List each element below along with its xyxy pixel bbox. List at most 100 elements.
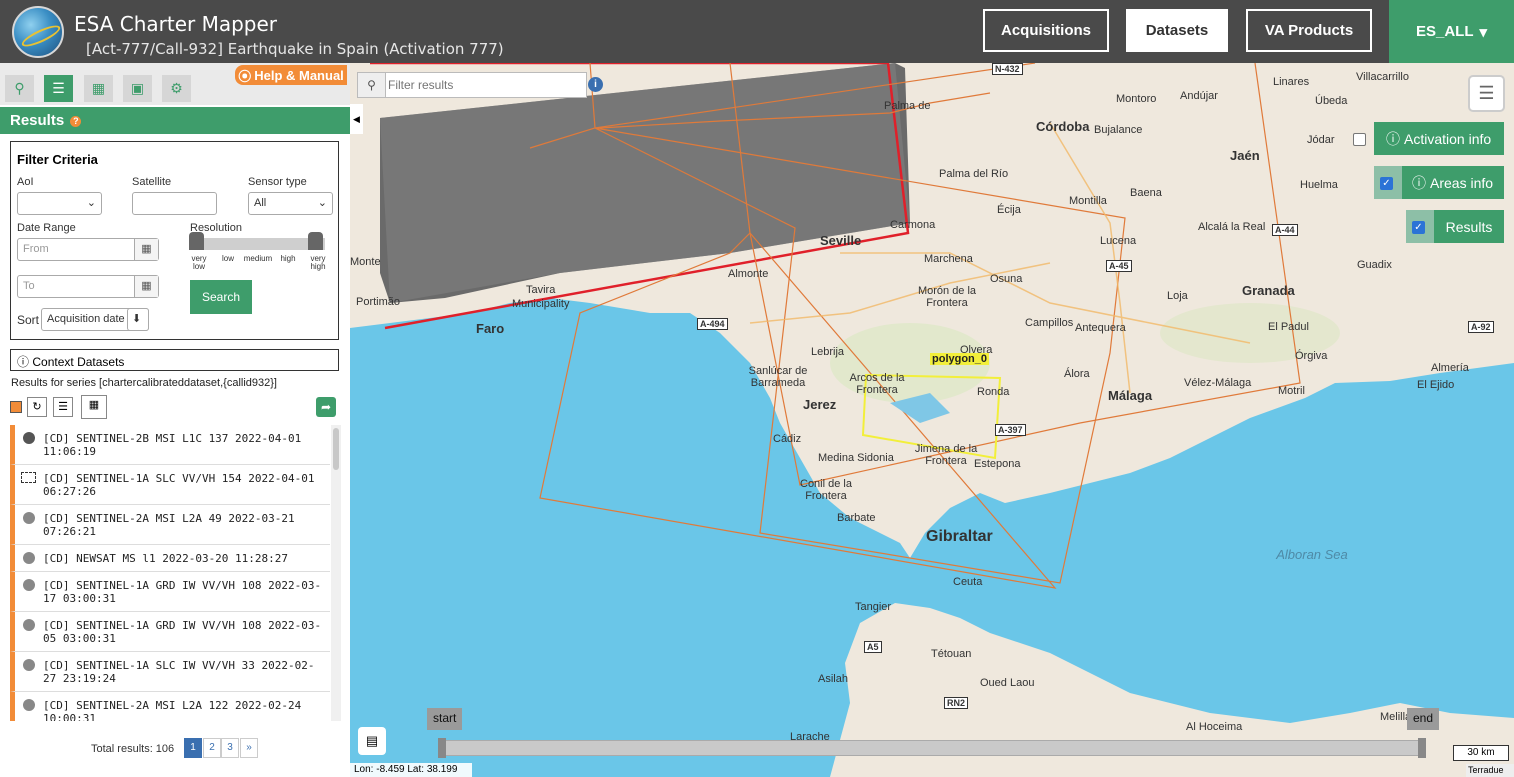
- place-label: Sanlúcar de Barrameda: [748, 365, 808, 389]
- activation-info-checkbox[interactable]: [1353, 133, 1366, 146]
- help-manual-button[interactable]: ⦿ Help & Manual: [235, 65, 347, 85]
- user-menu[interactable]: ES_ALL ▾: [1389, 0, 1514, 63]
- page-1[interactable]: 1: [184, 738, 202, 758]
- sea-label: Alboran Sea: [1276, 547, 1348, 562]
- tick-low: low: [221, 254, 234, 263]
- datasets-button[interactable]: Datasets: [1126, 9, 1228, 52]
- sensor-type-select[interactable]: All ⌄: [248, 192, 333, 215]
- place-label: Alcalá la Real: [1198, 221, 1266, 233]
- basket-icon: ▦: [88, 399, 100, 411]
- activation-info-label: Activation info: [1404, 130, 1492, 147]
- activation-info-button[interactable]: ⓘ Activation info: [1374, 122, 1504, 155]
- question-icon[interactable]: ?: [70, 115, 82, 127]
- place-label: Al Hoceima: [1186, 721, 1243, 733]
- map-panel-toggle[interactable]: ▤: [358, 727, 386, 755]
- result-item[interactable]: [CD] SENTINEL-2A MSI L2A 122 2022-02-24 …: [10, 692, 330, 721]
- results-scroll-thumb[interactable]: [333, 428, 339, 470]
- result-label: [CD] SENTINEL-1A GRD IW VV/VH 108 2022-0…: [43, 619, 322, 645]
- filter-results-input[interactable]: [388, 75, 583, 95]
- tab-search[interactable]: ⚲: [5, 75, 34, 102]
- tab-results[interactable]: ☰: [44, 75, 73, 102]
- share-button[interactable]: ➦: [316, 397, 336, 417]
- place-label: Cádiz: [773, 433, 802, 445]
- result-label: [CD] SENTINEL-2B MSI L1C 137 2022-04-01 …: [43, 432, 302, 458]
- sort-direction-button[interactable]: ⬇: [127, 308, 149, 331]
- tab-basket[interactable]: ▦: [84, 75, 113, 102]
- filter-title: Filter Criteria: [17, 152, 98, 167]
- map-view[interactable]: N-432 Córdoba Bujalance Montoro Andújar …: [350, 63, 1514, 777]
- info-icon[interactable]: i: [588, 77, 603, 92]
- info-icon: ⓘ: [1386, 130, 1400, 147]
- acquisitions-button[interactable]: Acquisitions: [983, 9, 1109, 52]
- result-item[interactable]: [CD] NEWSAT MS l1 2022-03-20 11:28:27: [10, 545, 330, 572]
- areas-info-label: Areas info: [1430, 174, 1494, 191]
- resolution-slider[interactable]: [190, 238, 325, 250]
- globe-icon[interactable]: [23, 619, 35, 631]
- date-from-input[interactable]: From ▦: [17, 238, 159, 261]
- user-menu-label: ES_ALL: [1415, 23, 1474, 40]
- va-products-button[interactable]: VA Products: [1246, 9, 1372, 52]
- result-item[interactable]: [CD] SENTINEL-1A GRD IW VV/VH 108 2022-0…: [10, 612, 330, 652]
- add-to-basket-button[interactable]: ▦: [81, 395, 107, 419]
- collapse-sidebar-button[interactable]: ◀: [350, 104, 363, 134]
- areas-info-checkbox[interactable]: ✓: [1380, 177, 1393, 190]
- search-icon: ⚲: [14, 80, 25, 96]
- result-item[interactable]: [CD] SENTINEL-2A MSI L2A 49 2022-03-21 0…: [10, 505, 330, 545]
- globe-icon[interactable]: [23, 432, 35, 444]
- date-range-label: Date Range: [17, 222, 76, 234]
- resolution-max-handle[interactable]: [308, 232, 323, 250]
- page-2[interactable]: 2: [203, 738, 221, 758]
- place-label: Lucena: [1100, 235, 1137, 247]
- gear-icon: ⚙: [170, 80, 183, 96]
- globe-icon[interactable]: [23, 699, 35, 711]
- areas-info-button[interactable]: ⓘ Areas info: [1402, 166, 1504, 199]
- place-label: Lebrija: [811, 346, 845, 358]
- place-label: Málaga: [1108, 388, 1153, 403]
- layers-button[interactable]: ☰: [1468, 75, 1505, 112]
- series-text: Results for series [chartercalibrateddat…: [11, 377, 277, 389]
- timeline-start-handle[interactable]: [438, 738, 446, 758]
- results-layer-button[interactable]: Results: [1434, 210, 1504, 243]
- attribution[interactable]: Terradue: [1466, 764, 1514, 777]
- date-from-placeholder: From: [23, 243, 49, 255]
- globe-icon[interactable]: [23, 579, 35, 591]
- page-3[interactable]: 3: [221, 738, 239, 758]
- globe-icon[interactable]: [23, 659, 35, 671]
- footprint-icon[interactable]: [21, 472, 36, 483]
- place-label: Bujalance: [1094, 124, 1143, 136]
- tab-settings[interactable]: ⚙: [162, 75, 191, 102]
- satellite-input[interactable]: [132, 192, 217, 215]
- globe-icon[interactable]: [23, 512, 35, 524]
- timeline-end-handle[interactable]: [1418, 738, 1426, 758]
- satellite-label: Satellite: [132, 176, 172, 188]
- calendar-icon[interactable]: ▦: [134, 276, 158, 297]
- place-label: Jerez: [803, 397, 837, 412]
- page-next[interactable]: »: [240, 738, 258, 758]
- refresh-button[interactable]: ↻: [27, 397, 47, 417]
- place-label: Loja: [1167, 290, 1188, 302]
- tab-archive[interactable]: ▣: [123, 75, 152, 102]
- polygon-label: polygon_0: [930, 353, 990, 365]
- resolution-min-handle[interactable]: [189, 232, 204, 250]
- result-item[interactable]: [CD] SENTINEL-1A SLC IW VV/VH 33 2022-02…: [10, 652, 330, 692]
- road-label: A-494: [697, 318, 728, 330]
- select-all-checkbox[interactable]: [10, 401, 22, 413]
- date-to-input[interactable]: To ▦: [17, 275, 159, 298]
- chevron-left-icon: ◀: [353, 114, 360, 124]
- timeline-bar[interactable]: [440, 740, 1425, 756]
- place-label: Álora: [1064, 368, 1090, 380]
- result-item[interactable]: [CD] SENTINEL-1A SLC VV/VH 154 2022-04-0…: [10, 465, 330, 505]
- list-view-button[interactable]: ☰: [53, 397, 73, 417]
- aoi-select[interactable]: ⌄: [17, 192, 102, 215]
- search-button[interactable]: Search: [190, 280, 252, 314]
- result-item[interactable]: [CD] SENTINEL-2B MSI L1C 137 2022-04-01 …: [10, 425, 330, 465]
- calendar-icon[interactable]: ▦: [134, 239, 158, 260]
- map-canvas: [350, 63, 1514, 777]
- globe-icon[interactable]: [23, 552, 35, 564]
- sort-value: Acquisition date: [47, 313, 125, 325]
- results-layer-checkbox[interactable]: ✓: [1412, 221, 1425, 234]
- place-label: Conil de la Frontera: [800, 478, 852, 502]
- place-label: Arcos de la Frontera: [849, 372, 905, 396]
- place-label: Asilah: [818, 673, 848, 685]
- result-item[interactable]: [CD] SENTINEL-1A GRD IW VV/VH 108 2022-0…: [10, 572, 330, 612]
